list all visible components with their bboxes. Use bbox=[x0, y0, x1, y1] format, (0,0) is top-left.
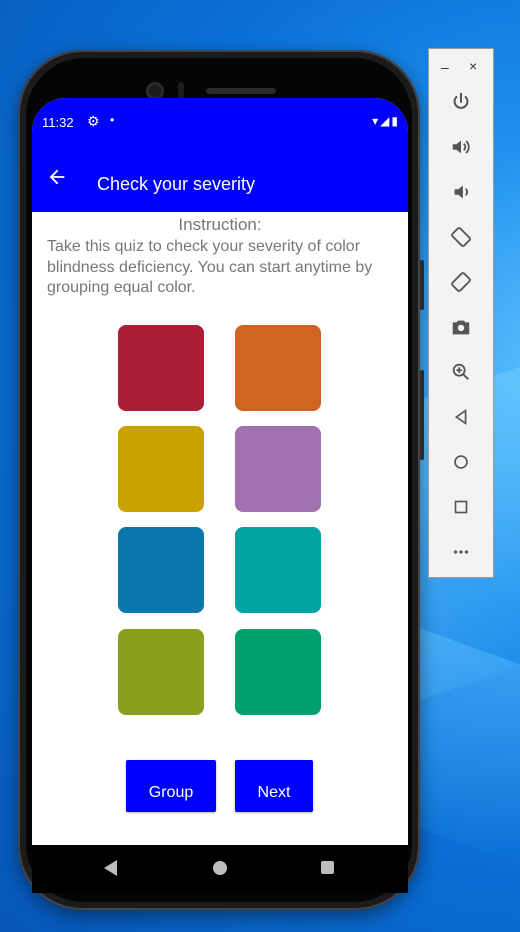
color-swatch[interactable] bbox=[118, 426, 204, 512]
settings-status-icon: ⚙ bbox=[87, 113, 100, 129]
next-button[interactable]: Next bbox=[235, 760, 313, 812]
status-bar: 11:32 ⚙ • ▾◢▮ bbox=[32, 98, 408, 148]
zoom-icon[interactable] bbox=[446, 357, 476, 387]
power-icon[interactable] bbox=[446, 87, 476, 117]
color-swatch[interactable] bbox=[235, 426, 321, 512]
home-nav-icon[interactable] bbox=[446, 447, 476, 477]
earpiece-speaker bbox=[206, 88, 276, 94]
color-swatch[interactable] bbox=[118, 325, 204, 411]
close-button[interactable]: × bbox=[469, 58, 477, 74]
volume-down-icon[interactable] bbox=[446, 177, 476, 207]
emulator-toolbar: – × bbox=[428, 48, 494, 578]
status-time: 11:32 bbox=[42, 115, 74, 130]
nav-back-icon[interactable] bbox=[104, 860, 117, 876]
back-nav-icon[interactable] bbox=[446, 402, 476, 432]
signal-battery-icons: ▾◢▮ bbox=[372, 114, 400, 128]
color-swatch[interactable] bbox=[235, 527, 321, 613]
rotate-right-icon[interactable] bbox=[446, 267, 476, 297]
app-screen: 11:32 ⚙ • ▾◢▮ Check your severity Instru… bbox=[32, 98, 408, 878]
arrow-back-icon[interactable] bbox=[46, 166, 68, 188]
color-swatch[interactable] bbox=[235, 629, 321, 715]
volume-side-button bbox=[420, 370, 424, 460]
group-button[interactable]: Group bbox=[126, 760, 216, 812]
power-side-button bbox=[420, 260, 424, 310]
minimize-button[interactable]: – bbox=[441, 59, 449, 75]
instruction-text: Take this quiz to check your severity of… bbox=[47, 238, 373, 296]
system-nav-bar bbox=[32, 845, 408, 893]
overview-nav-icon[interactable] bbox=[446, 492, 476, 522]
color-swatch[interactable] bbox=[235, 325, 321, 411]
more-icon[interactable] bbox=[446, 537, 476, 567]
notification-dot-icon: • bbox=[110, 113, 115, 127]
camera-icon[interactable] bbox=[446, 312, 476, 342]
instruction-heading: Instruction: bbox=[178, 215, 262, 234]
page-title: Check your severity bbox=[97, 174, 256, 194]
group-button-label: Group bbox=[148, 784, 194, 801]
nav-home-icon[interactable] bbox=[213, 861, 227, 875]
rotate-left-icon[interactable] bbox=[446, 222, 476, 252]
next-button-label: Next bbox=[257, 784, 291, 801]
nav-recents-icon[interactable] bbox=[321, 861, 334, 874]
color-swatch[interactable] bbox=[118, 629, 204, 715]
app-bar: Check your severity bbox=[32, 148, 408, 212]
wallpaper-light-beam bbox=[420, 628, 520, 872]
color-swatch[interactable] bbox=[118, 527, 204, 613]
volume-up-icon[interactable] bbox=[446, 132, 476, 162]
